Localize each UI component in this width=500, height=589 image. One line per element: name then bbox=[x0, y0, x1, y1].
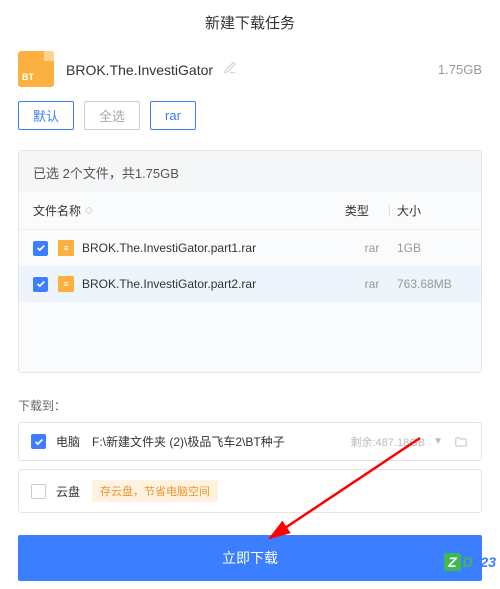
archive-icon: ≡ bbox=[58, 276, 74, 292]
task-size: 1.75GB bbox=[438, 62, 482, 77]
file-name: BROK.The.InvestiGator.part2.rar bbox=[82, 277, 347, 291]
dest-pc-label: 电脑 bbox=[56, 433, 80, 450]
watermark: Z D 423 bbox=[444, 553, 496, 571]
filter-default-button[interactable]: 默认 bbox=[18, 101, 74, 130]
col-name-label: 文件名称 bbox=[33, 202, 81, 219]
file-name: BROK.The.InvestiGator.part1.rar bbox=[82, 241, 347, 255]
dest-cloud-label: 云盘 bbox=[56, 483, 80, 500]
dest-pc-remain: 剩余:487.18GB bbox=[351, 434, 426, 450]
task-name-text: BROK.The.InvestiGator bbox=[66, 62, 213, 78]
filter-row: 默认 全选 rar bbox=[0, 101, 500, 140]
folder-icon[interactable] bbox=[453, 435, 469, 449]
divider: | bbox=[388, 202, 391, 219]
watermark-d: D bbox=[463, 554, 473, 570]
chevron-down-icon[interactable]: ▼ bbox=[433, 436, 443, 447]
checkbox[interactable] bbox=[31, 434, 46, 449]
table-header: 文件名称 ◇ 类型 | 大小 bbox=[19, 192, 481, 230]
file-size: 1GB bbox=[397, 241, 467, 255]
table-row[interactable]: ≡ BROK.The.InvestiGator.part1.rar rar 1G… bbox=[19, 230, 481, 266]
task-info-row: BT BROK.The.InvestiGator 1.75GB bbox=[0, 41, 500, 101]
checkbox[interactable] bbox=[33, 277, 48, 292]
file-type: rar bbox=[347, 277, 397, 291]
checkbox[interactable] bbox=[31, 484, 46, 499]
col-header-name[interactable]: 文件名称 ◇ bbox=[33, 202, 332, 219]
dialog-title: 新建下载任务 bbox=[0, 0, 500, 41]
file-size: 763.68MB bbox=[397, 277, 467, 291]
table-row[interactable]: ≡ BROK.The.InvestiGator.part2.rar rar 76… bbox=[19, 266, 481, 302]
file-panel: 已选 2个文件，共1.75GB 文件名称 ◇ 类型 | 大小 ≡ BROK.Th… bbox=[18, 150, 482, 373]
sort-icon: ◇ bbox=[85, 205, 93, 216]
download-to-label: 下载到： bbox=[18, 397, 482, 414]
col-header-size[interactable]: 大小 bbox=[397, 202, 467, 219]
edit-icon[interactable] bbox=[223, 61, 237, 75]
dest-pc-path: F:\新建文件夹 (2)\极品飞车2\BT种子 bbox=[92, 433, 350, 450]
task-name: BROK.The.InvestiGator bbox=[66, 61, 438, 78]
dest-pc-row[interactable]: 电脑 F:\新建文件夹 (2)\极品飞车2\BT种子 剩余:487.18GB ▼ bbox=[18, 422, 482, 461]
watermark-z: Z bbox=[444, 553, 461, 571]
checkbox[interactable] bbox=[33, 241, 48, 256]
col-header-type[interactable]: 类型 bbox=[332, 202, 382, 219]
download-now-button[interactable]: 立即下载 bbox=[18, 535, 482, 581]
watermark-rest: 423 bbox=[473, 554, 496, 570]
bt-file-icon: BT bbox=[18, 51, 54, 87]
dest-cloud-row[interactable]: 云盘 存云盘，节省电脑空间 bbox=[18, 469, 482, 513]
file-type: rar bbox=[347, 241, 397, 255]
panel-summary: 已选 2个文件，共1.75GB bbox=[19, 151, 481, 192]
filter-selectall-button[interactable]: 全选 bbox=[84, 101, 140, 130]
cloud-tip-badge: 存云盘，节省电脑空间 bbox=[92, 480, 218, 502]
filter-rar-button[interactable]: rar bbox=[150, 101, 196, 130]
download-section: 下载到： 电脑 F:\新建文件夹 (2)\极品飞车2\BT种子 剩余:487.1… bbox=[0, 397, 500, 513]
archive-icon: ≡ bbox=[58, 240, 74, 256]
